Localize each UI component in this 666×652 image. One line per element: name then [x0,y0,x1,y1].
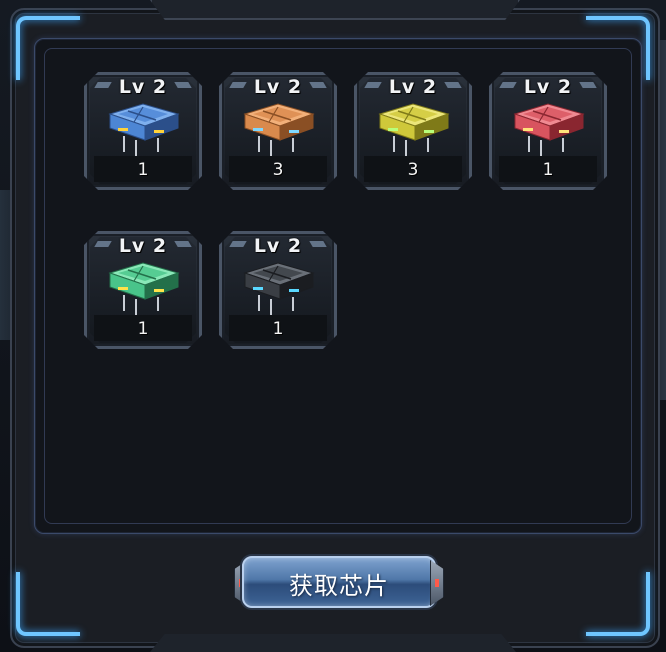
chip-icon [243,103,315,156]
chip-inventory-window: Lv 2 1 Lv 2 3 Lv 2 3 Lv 2 1 Lv 2 1 Lv 2 … [0,0,666,652]
chip-count: 1 [137,160,149,180]
chip-level: Lv 2 [253,76,303,98]
chip-count: 1 [272,319,284,339]
chip-icon [513,103,585,156]
get-chips-button[interactable]: 获取芯片 [234,554,444,610]
chip-count: 1 [542,160,554,180]
chip-icon [108,103,180,156]
chip-level: Lv 2 [523,76,573,98]
chip-level: Lv 2 [253,235,303,257]
chip-slot-yellow[interactable]: Lv 2 3 [354,72,472,190]
frame-top-notch [150,0,520,20]
chip-level: Lv 2 [118,235,168,257]
frame-bottom-notch [150,634,516,652]
chip-slot-black[interactable]: Lv 2 1 [219,231,337,349]
chip-slot-green[interactable]: Lv 2 1 [84,231,202,349]
get-chips-button-label: 获取芯片 [289,572,389,600]
chip-slot-red[interactable]: Lv 2 1 [489,72,607,190]
chip-count: 3 [272,160,284,180]
chip-icon [378,103,450,156]
chip-count: 3 [407,160,419,180]
chip-slot-orange[interactable]: Lv 2 3 [219,72,337,190]
chip-icon [108,262,180,315]
chip-level: Lv 2 [118,76,168,98]
chip-count: 1 [137,319,149,339]
corner-accent-bottom-left [16,572,80,636]
chip-icon [243,262,315,315]
chip-level: Lv 2 [388,76,438,98]
corner-accent-bottom-right [586,572,650,636]
chip-slot-blue[interactable]: Lv 2 1 [84,72,202,190]
